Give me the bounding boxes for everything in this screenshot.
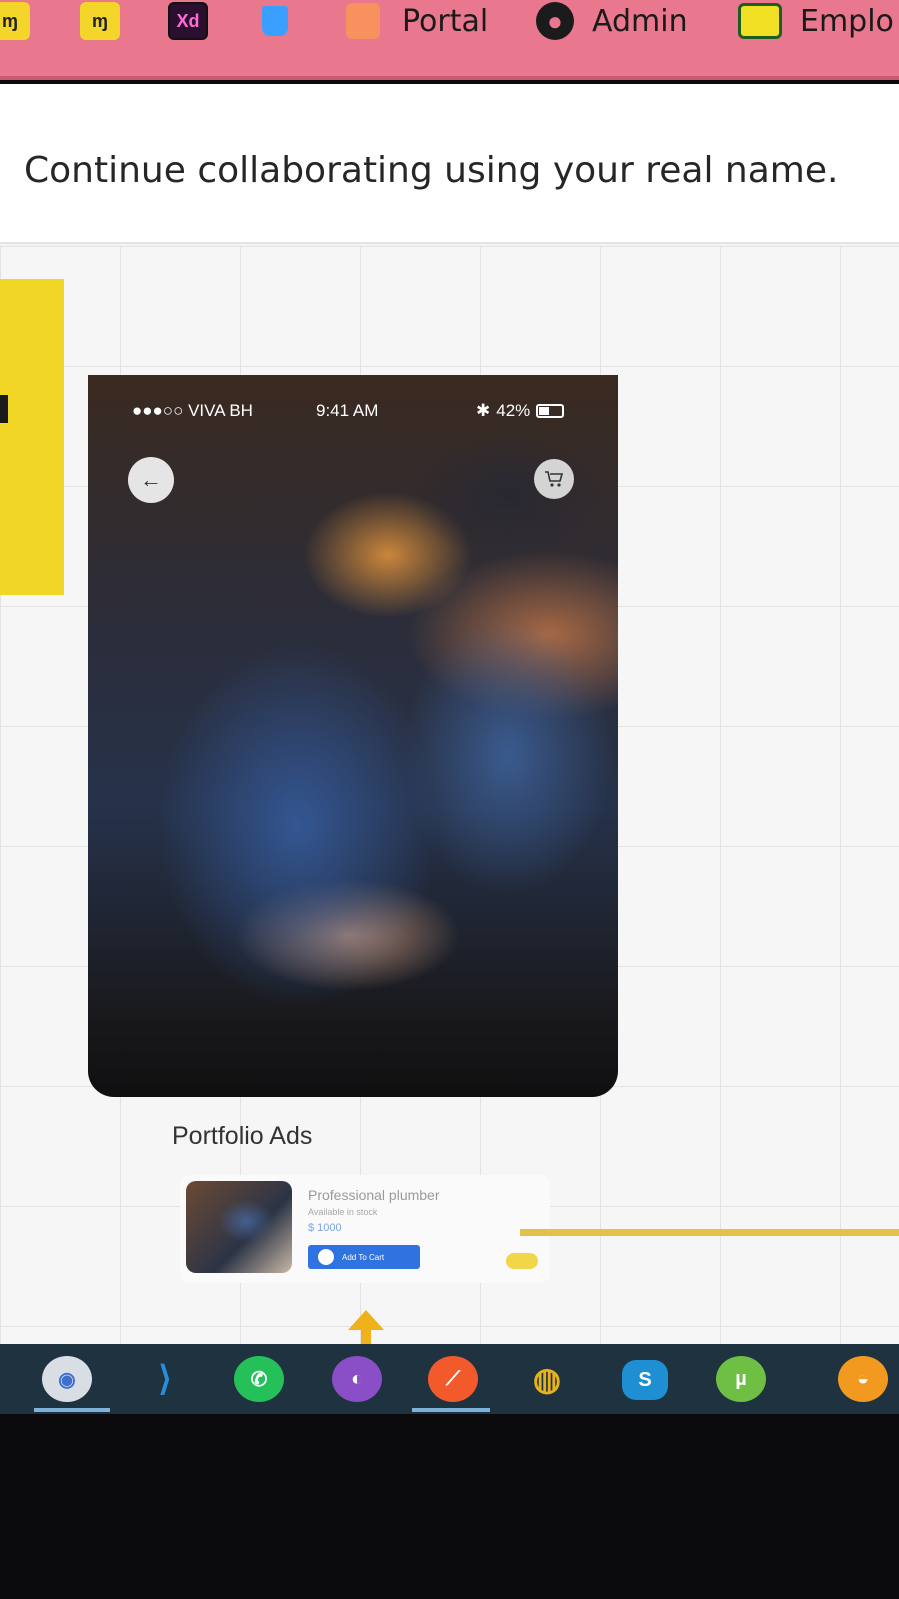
bookmark-portal[interactable]: Portal [346, 0, 488, 42]
cup-icon [262, 6, 288, 36]
github-icon[interactable]: ◐ [332, 1356, 382, 1402]
globe-icon: ● [536, 2, 574, 40]
portfolio-ad-card[interactable]: Professional plumber Available in stock … [180, 1175, 550, 1283]
monitor-bezel [0, 1414, 899, 1599]
connector-line [520, 1229, 899, 1236]
status-time: 9:41 AM [316, 401, 379, 420]
bookmark-item[interactable] [262, 0, 288, 42]
bookmark-emplo[interactable]: Emplo [738, 0, 894, 42]
portal-icon [346, 3, 380, 39]
utorrent-icon[interactable]: µ [716, 1356, 766, 1402]
cursor-arrow-icon [348, 1310, 384, 1330]
bookmark-admin[interactable]: ● Admin [536, 0, 688, 42]
battery-icon [536, 404, 565, 418]
bookmark-label: Emplo [800, 3, 894, 39]
brave-icon[interactable]: ⟋ [428, 1356, 478, 1402]
m-logo-icon: ɱ [80, 2, 120, 40]
bookmarks-bar: ɱ ɱ Xd Portal ● Admin Emplo [0, 0, 899, 80]
bookmark-item[interactable]: ɱ [0, 0, 30, 42]
status-bar: ●●●○○ VIVA BH 9:41 AM ✱ 42% [88, 397, 618, 427]
bookmark-xd[interactable]: Xd [168, 0, 208, 42]
phone-mockup[interactable]: ●●●○○ VIVA BH 9:41 AM ✱ 42% ← [88, 375, 618, 1097]
battery-percent: 42% [496, 401, 531, 420]
whatsapp-icon[interactable]: ✆ [234, 1356, 284, 1402]
carrier-text: ●●●○○ VIVA BH [132, 401, 253, 420]
ad-thumbnail [186, 1181, 292, 1273]
banner-text: Continue collaborating using your real n… [24, 150, 839, 191]
bookmark-label: Admin [592, 3, 688, 39]
arrow-left-icon: ← [140, 467, 162, 492]
active-app-indicator [412, 1408, 490, 1412]
cart-button[interactable] [534, 459, 574, 499]
bookmark-item[interactable]: ɱ [80, 0, 120, 42]
skype-icon[interactable]: S [622, 1360, 668, 1400]
cart-icon [318, 1249, 334, 1265]
folder-icon [738, 3, 782, 39]
cursor-stem [361, 1328, 371, 1344]
status-pill [506, 1253, 538, 1269]
ad-title: Professional plumber [308, 1187, 440, 1203]
ad-price: $ 1000 [308, 1222, 342, 1234]
name-prompt-banner[interactable]: Continue collaborating using your real n… [0, 84, 899, 244]
bookmark-label: Portal [402, 3, 489, 39]
ad-stock-status: Available in stock [308, 1207, 378, 1217]
cart-icon [545, 471, 564, 487]
taskbar: ◉ ⟩ ✆ ◐ ⟋ ◍ S µ ◒ [0, 1344, 899, 1414]
chrome-icon[interactable]: ◉ [42, 1356, 92, 1402]
active-app-indicator [34, 1408, 110, 1412]
chrome-canary-icon[interactable]: ◍ [522, 1356, 572, 1402]
battery-status: ✱ 42% [476, 401, 565, 421]
sublime-icon[interactable]: ◒ [838, 1356, 888, 1402]
vscode-icon[interactable]: ⟩ [140, 1356, 190, 1402]
xd-icon: Xd [168, 2, 208, 40]
back-button[interactable]: ← [128, 457, 174, 503]
portfolio-title: Portfolio Ads [172, 1122, 313, 1150]
add-to-cart-button[interactable]: Add To Cart [308, 1245, 420, 1269]
sticky-note-mark [0, 395, 8, 423]
add-to-cart-label: Add To Cart [342, 1252, 385, 1262]
m-logo-icon: ɱ [0, 2, 30, 40]
sticky-note[interactable] [0, 279, 64, 595]
bluetooth-icon: ✱ [476, 401, 491, 420]
